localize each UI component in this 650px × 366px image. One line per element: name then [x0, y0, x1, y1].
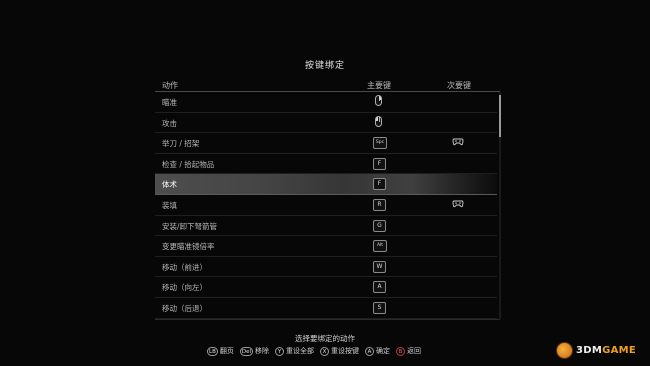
binding-row[interactable]: 攻击 — [155, 113, 497, 134]
footer-hint-label: 重设全部 — [286, 347, 314, 355]
footer-hint-label: 确定 — [376, 347, 390, 355]
binding-row[interactable]: 体术 F — [155, 174, 497, 195]
binding-action-label: 举刀 / 招架 — [162, 139, 200, 149]
primary-key-button[interactable]: Alt — [373, 240, 387, 253]
list-bottom-divider — [155, 319, 500, 320]
binding-action-label: 安装/卸下弩箭管 — [162, 221, 218, 231]
binding-row[interactable]: 安装/卸下弩箭管 G — [155, 216, 497, 237]
footer-hint[interactable]: B 返回 — [396, 346, 421, 356]
scrollbar-thumb[interactable] — [499, 95, 501, 137]
primary-key-button[interactable]: R — [373, 198, 386, 211]
controller-button-icon: Del — [239, 346, 253, 356]
binding-action-label: 移动（向左） — [162, 283, 207, 293]
column-header-primary: 主要键 — [367, 81, 391, 90]
screen-title: 按键绑定 — [304, 61, 345, 71]
binding-action-label: 变更瞄准镜倍率 — [162, 242, 215, 252]
footer-hint[interactable]: LB 翻页 — [207, 346, 234, 356]
footer-hint-label: 翻页 — [219, 347, 234, 355]
footer-hint-label: 返回 — [407, 347, 421, 355]
primary-key-button[interactable]: G — [373, 219, 386, 232]
mouse-left-icon[interactable] — [375, 115, 382, 127]
binding-action-label: 装填 — [162, 200, 177, 210]
controller-icon[interactable] — [452, 137, 464, 146]
watermark-logo-icon — [556, 342, 573, 359]
controller-button-icon: B — [396, 346, 405, 356]
primary-key-button[interactable]: W — [373, 260, 386, 273]
binding-action-label: 瞄准 — [162, 98, 177, 107]
primary-key-button[interactable]: F — [373, 157, 386, 170]
footer-hints: LB 翻页 Del 移除 Y 重设全部 X 重设按键 A 确定 B 返回 — [207, 346, 421, 356]
controller-button-icon: A — [365, 346, 374, 356]
footer-hint[interactable]: Y 重设全部 — [275, 346, 314, 356]
binding-action-label: 检查 / 拾起物品 — [162, 159, 215, 169]
binding-action-label: 移动（后退） — [162, 303, 207, 313]
footer-hint[interactable]: X 重设按键 — [320, 346, 359, 356]
controller-button-icon: X — [320, 346, 329, 356]
binding-row[interactable]: 瞄准 — [155, 92, 497, 113]
watermark-brand: 3DM — [576, 345, 603, 356]
binding-row[interactable]: 变更瞄准镜倍率 Alt — [155, 236, 497, 257]
binding-row[interactable]: 移动（向左） A — [155, 277, 497, 298]
watermark: 3DMGAME — [556, 342, 636, 359]
footer-hint-label: 重设按键 — [331, 347, 359, 355]
bindings-list: 瞄准 攻击 举刀 / 招架 Spc 检查 / 拾起物品 F 体术 F 装填 R 安装/卸下弩箭管 G 变… — [155, 92, 497, 319]
binding-row[interactable]: 移动（前进） W — [155, 257, 497, 278]
binding-row[interactable]: 装填 R — [155, 195, 497, 216]
footer-hint[interactable]: Del 移除 — [239, 346, 269, 356]
column-header-action: 动作 — [162, 81, 178, 90]
footer-hint[interactable]: A 确定 — [365, 346, 390, 356]
binding-row[interactable]: 检查 / 拾起物品 F — [155, 154, 497, 175]
primary-key-button[interactable]: F — [373, 178, 386, 191]
controller-button-icon: Y — [275, 346, 284, 356]
binding-action-label: 体术 — [162, 180, 177, 190]
primary-key-button[interactable]: S — [373, 301, 386, 314]
primary-key-button[interactable]: A — [373, 281, 386, 294]
controller-button-icon: LB — [207, 346, 218, 356]
primary-key-button[interactable]: Spc — [373, 137, 387, 150]
binding-action-label: 移动（前进） — [162, 262, 207, 272]
controller-icon[interactable] — [452, 199, 464, 208]
binding-action-label: 攻击 — [162, 118, 177, 128]
mouse-right-icon[interactable] — [375, 95, 382, 106]
footer-hint-label: 移除 — [255, 347, 269, 355]
column-header-secondary: 次要键 — [447, 81, 471, 90]
binding-row[interactable]: 举刀 / 招架 Spc — [155, 133, 497, 154]
select-action-prompt: 选择要绑定的动作 — [295, 334, 355, 343]
watermark-suffix: GAME — [602, 345, 637, 356]
watermark-text: 3DMGAME — [576, 345, 636, 356]
binding-row[interactable]: 移动（后退） S — [155, 298, 497, 319]
